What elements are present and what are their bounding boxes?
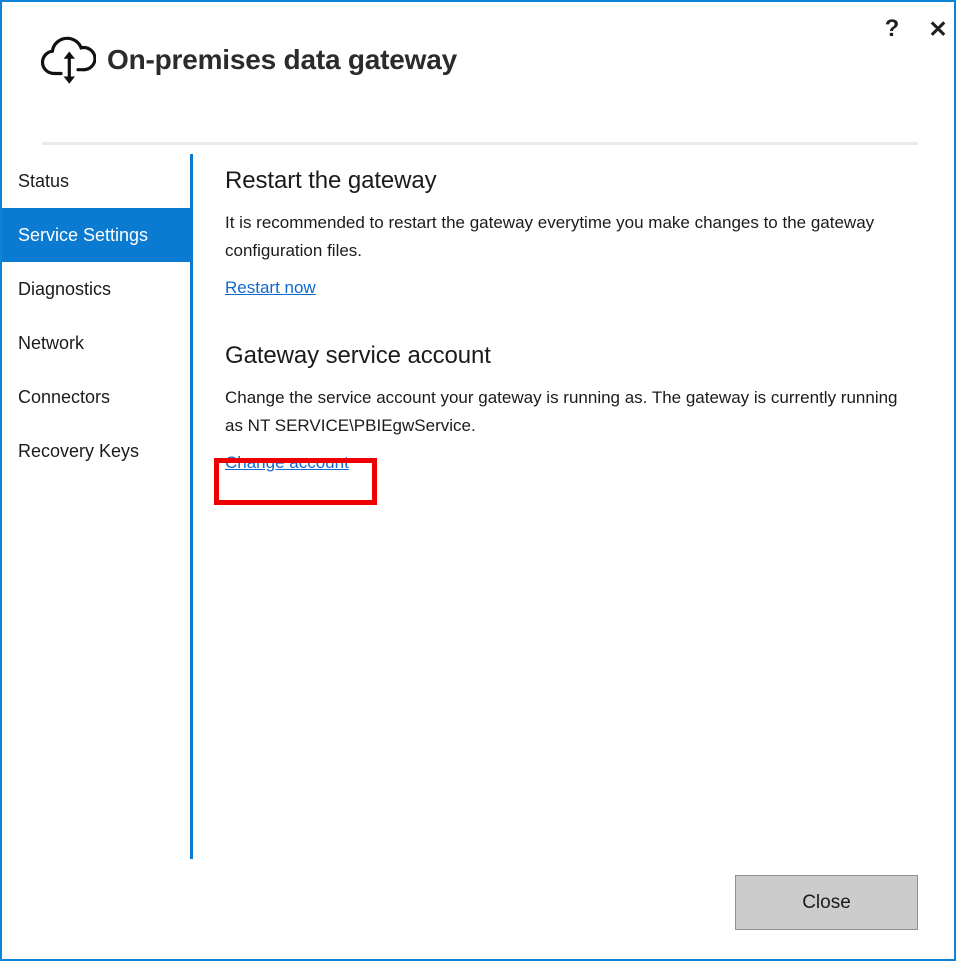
sidebar-divider	[190, 154, 193, 859]
gateway-window: On-premises data gateway ? ✕ Status Serv…	[0, 0, 956, 961]
sidebar-item-label: Status	[18, 170, 70, 191]
sidebar-item-label: Network	[18, 332, 85, 353]
sidebar-item-network[interactable]: Network	[2, 316, 190, 370]
restart-gateway-section: Restart the gateway It is recommended to…	[225, 167, 925, 298]
sidebar-item-diagnostics[interactable]: Diagnostics	[2, 262, 190, 316]
account-section-heading: Gateway service account	[225, 342, 491, 369]
change-account-link[interactable]: Change account	[225, 453, 349, 473]
account-section-body: Change the service account your gateway …	[225, 388, 898, 435]
sidebar-item-label: Recovery Keys	[18, 440, 140, 461]
restart-section-heading: Restart the gateway	[225, 167, 437, 194]
title-bar: On-premises data gateway ? ✕	[2, 2, 954, 120]
main-content: Restart the gateway It is recommended to…	[225, 167, 925, 473]
restart-section-body: It is recommended to restart the gateway…	[225, 213, 875, 260]
restart-now-link[interactable]: Restart now	[225, 278, 316, 298]
sidebar-item-label: Connectors	[18, 386, 111, 407]
page-title: On-premises data gateway	[107, 44, 457, 75]
help-icon[interactable]: ?	[872, 10, 912, 48]
header-divider	[42, 142, 918, 145]
sidebar: Status Service Settings Diagnostics Netw…	[2, 154, 190, 478]
sidebar-item-recovery-keys[interactable]: Recovery Keys	[2, 424, 190, 478]
sidebar-item-service-settings[interactable]: Service Settings	[2, 208, 190, 262]
sidebar-item-label: Service Settings	[18, 224, 149, 245]
close-icon[interactable]: ✕	[918, 10, 958, 48]
sidebar-item-status[interactable]: Status	[2, 154, 190, 208]
sidebar-item-label: Diagnostics	[18, 278, 112, 299]
cloud-sync-icon	[38, 32, 97, 88]
gateway-service-account-section: Gateway service account Change the servi…	[225, 342, 925, 473]
sidebar-item-connectors[interactable]: Connectors	[2, 370, 190, 424]
close-button[interactable]: Close	[735, 875, 918, 930]
